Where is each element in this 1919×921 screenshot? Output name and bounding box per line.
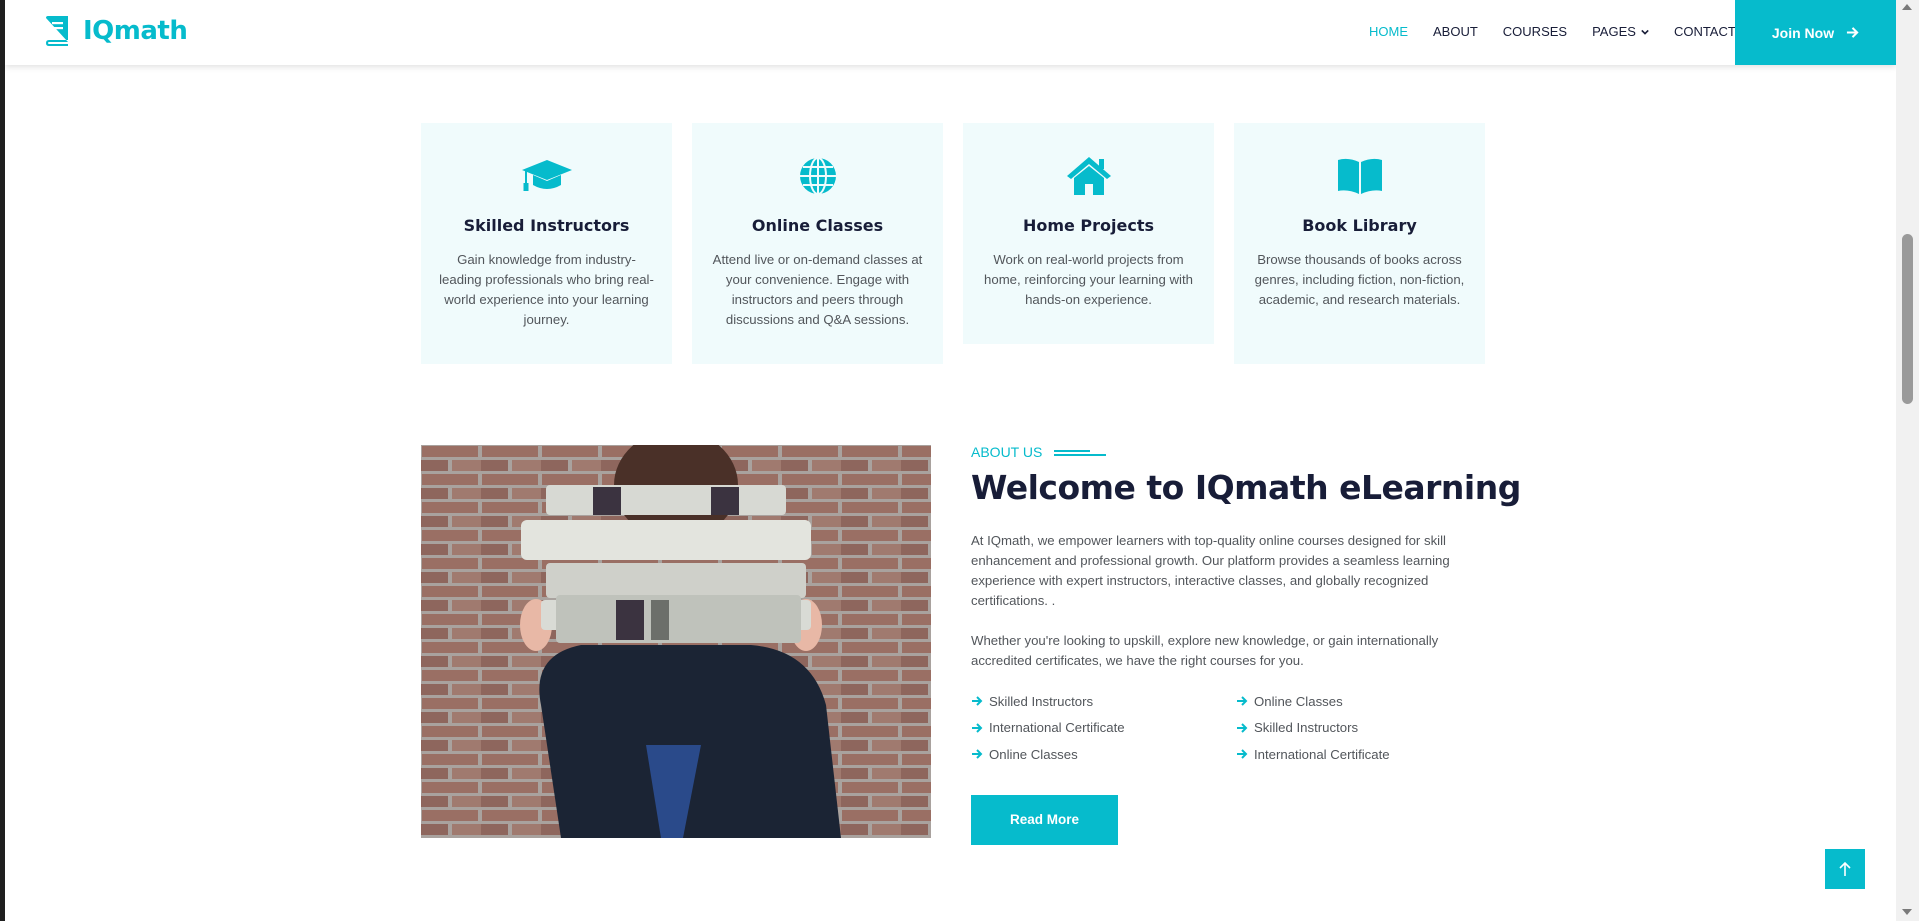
about-heading: Welcome to IQmath eLearning bbox=[971, 468, 1521, 507]
feature-label: International Certificate bbox=[1254, 746, 1390, 762]
scroll-thumb[interactable] bbox=[1902, 234, 1913, 404]
service-title: Online Classes bbox=[751, 216, 884, 235]
scroll-up-arrow[interactable] bbox=[1902, 4, 1912, 10]
scroll-down-arrow[interactable] bbox=[1902, 909, 1912, 915]
service-text: Work on real-world projects from home, r… bbox=[984, 252, 1193, 307]
service-text: Browse thousands of books across genres,… bbox=[1254, 252, 1465, 307]
feature-list: Skilled Instructors Online Classes Inter… bbox=[971, 691, 1471, 765]
feature-label: Online Classes bbox=[989, 746, 1078, 762]
services-row: Skilled Instructors Gain knowledge from … bbox=[421, 123, 1485, 364]
arrow-right-icon bbox=[972, 696, 983, 706]
book-icon bbox=[46, 16, 68, 46]
page-scrollbar[interactable] bbox=[1896, 0, 1919, 921]
join-now-button[interactable]: Join Now bbox=[1735, 0, 1896, 65]
book-open-icon bbox=[1252, 156, 1467, 196]
about-paragraph-1: At IQmath, we empower learners with top-… bbox=[971, 533, 1450, 608]
feature-item: Online Classes bbox=[1236, 691, 1471, 712]
arrow-right-icon bbox=[1237, 696, 1248, 706]
nav-pages-dropdown[interactable]: PAGES bbox=[1592, 24, 1649, 39]
service-title: Home Projects bbox=[1022, 216, 1155, 235]
nav-contact[interactable]: CONTACT bbox=[1674, 24, 1736, 39]
section-tag-label: About Us bbox=[971, 444, 1043, 460]
arrow-right-icon bbox=[1847, 27, 1859, 38]
service-card: Home Projects Work on real-world project… bbox=[963, 123, 1214, 344]
feature-item: Skilled Instructors bbox=[971, 691, 1236, 712]
service-card: Online Classes Attend live or on-demand … bbox=[692, 123, 943, 364]
about-paragraph-2: Whether you're looking to upskill, explo… bbox=[971, 633, 1439, 668]
service-text: Attend live or on-demand classes at your… bbox=[712, 252, 923, 327]
arrow-right-icon bbox=[972, 749, 983, 759]
nav-pages-label: PAGES bbox=[1592, 24, 1636, 39]
feature-label: Online Classes bbox=[1254, 693, 1343, 709]
globe-icon bbox=[710, 156, 925, 196]
nav-about[interactable]: ABOUT bbox=[1433, 24, 1478, 39]
back-to-top-button[interactable] bbox=[1825, 849, 1865, 889]
nav-menu: HOME ABOUT COURSES PAGES CONTACT bbox=[1369, 24, 1761, 39]
arrow-right-icon bbox=[972, 723, 983, 733]
service-card: Book Library Browse thousands of books a… bbox=[1234, 123, 1485, 364]
service-title: Skilled Instructors bbox=[463, 216, 630, 235]
title-underline bbox=[1054, 448, 1107, 456]
arrow-up-icon bbox=[1839, 861, 1851, 876]
feature-item: Skilled Instructors bbox=[1236, 718, 1471, 739]
service-card: Skilled Instructors Gain knowledge from … bbox=[421, 123, 672, 364]
brand-logo[interactable]: IQmath bbox=[43, 16, 188, 46]
navbar: IQmath HOME ABOUT COURSES PAGES CONTACT … bbox=[5, 0, 1896, 65]
nav-courses[interactable]: COURSES bbox=[1503, 24, 1567, 39]
about-image bbox=[421, 445, 931, 838]
brand-name: IQmath bbox=[83, 16, 188, 46]
graduation-cap-icon bbox=[439, 156, 654, 196]
arrow-right-icon bbox=[1237, 723, 1248, 733]
home-icon bbox=[981, 156, 1196, 196]
chevron-down-icon bbox=[1641, 29, 1649, 35]
feature-item: International Certificate bbox=[971, 718, 1236, 739]
service-title: Book Library bbox=[1302, 216, 1417, 235]
feature-label: Skilled Instructors bbox=[1254, 720, 1359, 736]
arrow-right-icon bbox=[1237, 749, 1248, 759]
nav-home[interactable]: HOME bbox=[1369, 24, 1408, 39]
feature-label: Skilled Instructors bbox=[989, 693, 1094, 709]
section-tag: About Us bbox=[971, 444, 1471, 460]
read-more-button[interactable]: Read More bbox=[971, 794, 1118, 845]
page-viewport: IQmath HOME ABOUT COURSES PAGES CONTACT … bbox=[5, 0, 1896, 921]
service-text: Gain knowledge from industry-leading pro… bbox=[439, 252, 654, 327]
about-section: About Us Welcome to IQmath eLearning At … bbox=[971, 444, 1521, 845]
feature-item: International Certificate bbox=[1236, 744, 1471, 765]
feature-label: International Certificate bbox=[989, 720, 1125, 736]
feature-item: Online Classes bbox=[971, 744, 1236, 765]
join-now-label: Join Now bbox=[1771, 24, 1835, 41]
